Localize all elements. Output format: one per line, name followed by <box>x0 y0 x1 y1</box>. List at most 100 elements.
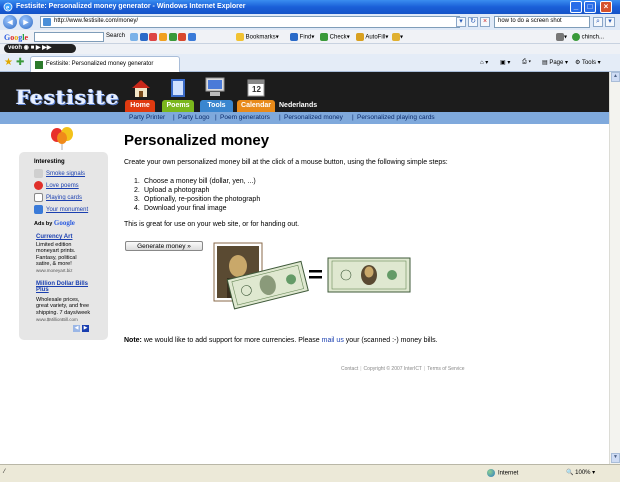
nav-tab-poems[interactable]: Poems <box>162 100 194 112</box>
search-button[interactable]: ⌕ <box>593 17 603 27</box>
footer-contact-link[interactable]: Contact <box>341 366 358 372</box>
google-search-input[interactable] <box>34 32 104 42</box>
subnav-poem-generators[interactable]: Poem generators <box>220 114 270 121</box>
tools-menu-label: Tools <box>581 60 596 66</box>
maximize-button[interactable]: □ <box>584 1 596 13</box>
check-label: Check <box>329 34 347 41</box>
ad-title-million-dollar-bills[interactable]: Million Dollar Bills Plus <box>36 281 96 293</box>
zoom-level: 100% <box>575 470 591 476</box>
zone-label: Internet <box>498 470 519 477</box>
plus-icon[interactable] <box>188 33 197 41</box>
sidebar-link-smoke-signals[interactable]: Smoke signals <box>34 169 85 178</box>
bookmarks-menu[interactable]: Bookmarks▾ <box>236 33 279 41</box>
minimize-button[interactable]: _ <box>570 1 582 13</box>
subnav-party-printer[interactable]: Party Printer <box>129 114 165 121</box>
home-house-icon <box>132 80 150 97</box>
star-icon <box>236 33 244 41</box>
vertical-scrollbar[interactable]: ▲ ▼ <box>609 72 620 464</box>
step-text: Upload a photograph <box>144 187 210 194</box>
forward-button[interactable]: ► <box>19 15 33 29</box>
search-options-button[interactable]: ▾ <box>605 17 615 27</box>
note-body: we would like to add support for more cu… <box>141 337 322 344</box>
tools-menu[interactable]: ⚙ Tools ▾ <box>575 59 601 66</box>
home-command[interactable]: ⌂ ▾ <box>480 59 488 66</box>
zoom-control[interactable]: 🔍 100% ▾ <box>566 469 595 476</box>
ad-url[interactable]: www.moneyart.biz <box>36 268 73 273</box>
ad-line: shipping. 7 days/week <box>36 309 91 316</box>
sidebar-link-playing-cards[interactable]: Playing cards <box>34 193 82 202</box>
ad-next-icon[interactable]: ▶ <box>82 325 89 332</box>
address-input[interactable]: http://www.festisite.com/money/ <box>40 16 460 28</box>
translate-icon[interactable] <box>168 33 177 41</box>
address-dropdown-button[interactable]: ▾ <box>456 17 466 27</box>
print-command[interactable]: ⎙ ▾ <box>522 59 531 66</box>
favorites-star-icon[interactable]: ★ <box>4 57 13 68</box>
account-label: chinch... <box>581 34 605 41</box>
tab-festisite[interactable]: Festisite: Personalized money generator <box>30 56 180 72</box>
smoke-icon <box>34 169 43 178</box>
mail-us-link[interactable]: mail us <box>322 337 344 344</box>
gmail-icon[interactable] <box>149 33 158 41</box>
internet-globe-icon <box>487 469 495 477</box>
page-title: Personalized money <box>124 132 270 149</box>
spellcheck-menu[interactable]: Check▾ <box>320 33 350 41</box>
stop-button[interactable]: × <box>480 17 490 27</box>
add-favorites-icon[interactable]: ✚ <box>16 57 24 68</box>
site-logo[interactable]: Festisite <box>16 85 120 109</box>
subnav-personalized-money[interactable]: Personalized money <box>284 114 343 121</box>
ad-title-currency-art[interactable]: Currency Art <box>36 234 96 240</box>
security-zone[interactable]: Internet <box>487 469 518 477</box>
pen-menu[interactable]: ▾ <box>392 33 403 41</box>
page-menu-label: Page <box>549 60 564 66</box>
find-menu[interactable]: Find▾ <box>290 33 314 41</box>
subnav-playing-cards[interactable]: Personalized playing cards <box>357 114 435 121</box>
news-icon[interactable] <box>178 33 187 41</box>
google-toolbar: Google Search Bookmarks▾ Find▾ Check▾ Au… <box>0 30 620 44</box>
close-button[interactable]: × <box>600 1 612 13</box>
language-link[interactable]: Nederlands <box>279 102 317 109</box>
footer-terms-link[interactable]: Terms of Service <box>427 366 464 372</box>
pencil-icon <box>290 33 298 41</box>
step-text: Choose a money bill (dollar, yen, ...) <box>144 178 256 185</box>
find-label: Find <box>299 34 312 41</box>
back-button[interactable]: ◄ <box>3 15 17 29</box>
site-header: Festisite 12 Home Poems Tools Calendar N… <box>0 72 609 112</box>
page-menu[interactable]: ▤ Page ▾ <box>542 59 568 66</box>
autofill-icon <box>356 33 364 41</box>
blogger-icon[interactable] <box>159 33 168 41</box>
bookmarks-label: Bookmarks <box>245 34 276 41</box>
settings-menu[interactable]: ▾ <box>556 33 567 41</box>
poems-book-icon <box>171 79 185 97</box>
subnav-party-logo[interactable]: Party Logo <box>178 114 209 121</box>
nav-tab-tools[interactable]: Tools <box>200 100 233 112</box>
ad-text: Limited edition moneyart prints. Fantasy… <box>36 242 100 268</box>
sidebar-link-label: Playing cards <box>46 195 83 202</box>
pagerank-icon[interactable] <box>130 33 138 41</box>
google-search-button[interactable]: Search <box>106 33 125 39</box>
sidebar-link-your-monument[interactable]: Your monument <box>34 205 88 214</box>
usage-text: This is great for use on your web site, … <box>124 221 300 228</box>
step-item: 4. Download your final image <box>134 205 227 212</box>
account-menu[interactable]: chinch... <box>572 33 604 41</box>
autofill-menu[interactable]: AutoFill▾ <box>356 33 388 41</box>
footer-copyright: Copyright © 2007 InterICT <box>363 366 422 372</box>
feeds-command[interactable]: ▣ ▾ <box>500 59 510 66</box>
sidebar-link-love-poems[interactable]: Love poems <box>34 181 79 190</box>
nav-tab-home[interactable]: Home <box>125 100 155 112</box>
heart-icon <box>34 181 43 190</box>
scroll-down-icon[interactable]: ▼ <box>611 453 620 463</box>
ad-prev-icon[interactable]: ◀ <box>73 325 80 332</box>
globe-icon[interactable] <box>139 33 148 41</box>
search-input[interactable]: how to do a screen shot <box>494 16 590 28</box>
nav-tab-calendar[interactable]: Calendar <box>237 100 275 112</box>
ad-url[interactable]: www.$MillionBill.com <box>36 317 78 322</box>
scroll-up-icon[interactable]: ▲ <box>611 72 620 82</box>
refresh-button[interactable]: ↻ <box>468 17 478 27</box>
steps-list: 1. Choose a money bill (dollar, yen, ...)… <box>134 178 260 214</box>
tools-computer-icon <box>205 77 225 96</box>
veoh-logo[interactable]: veoh ◉ ■ ▶ ▶▶ <box>4 44 76 53</box>
ads-by-brand: Google <box>53 219 75 227</box>
ads-by-google[interactable]: Ads by Google <box>34 219 75 227</box>
window-title-bar: e Festisite: Personalized money generato… <box>0 0 620 14</box>
generate-money-button[interactable]: Generate money » <box>125 241 203 251</box>
